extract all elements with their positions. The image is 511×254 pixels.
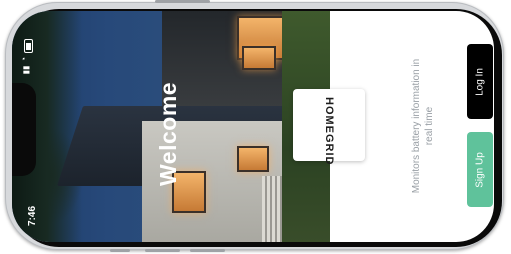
camera-notch [12, 83, 36, 176]
tagline-text: Monitors battery information in real tim… [411, 58, 435, 194]
welcome-title: Welcome [155, 81, 181, 186]
battery-icon [24, 39, 33, 53]
brand-logo-card: HOMEGRID [293, 89, 365, 166]
wifi-icon: ◔ [19, 56, 30, 63]
login-button-label: Log In [474, 67, 486, 96]
signup-button[interactable]: Sign Up [467, 132, 493, 207]
signup-button-label: Sign Up [474, 151, 486, 188]
app-screen: Welcome HOMEGRID Monitors battery inform… [12, 11, 494, 242]
mute-switch [110, 249, 130, 252]
volume-down-button [190, 249, 225, 252]
status-icons: ◔ ▮▮ [19, 39, 34, 75]
brand-logo-text: HOMEGRID [323, 97, 335, 166]
volume-up-button [145, 249, 180, 252]
lit-window [237, 146, 269, 172]
login-button[interactable]: Log In [467, 44, 493, 119]
power-button [155, 0, 210, 3]
lit-window [242, 46, 276, 70]
signal-icon: ▮▮ [21, 65, 31, 75]
status-time: 7:46 [27, 205, 38, 226]
